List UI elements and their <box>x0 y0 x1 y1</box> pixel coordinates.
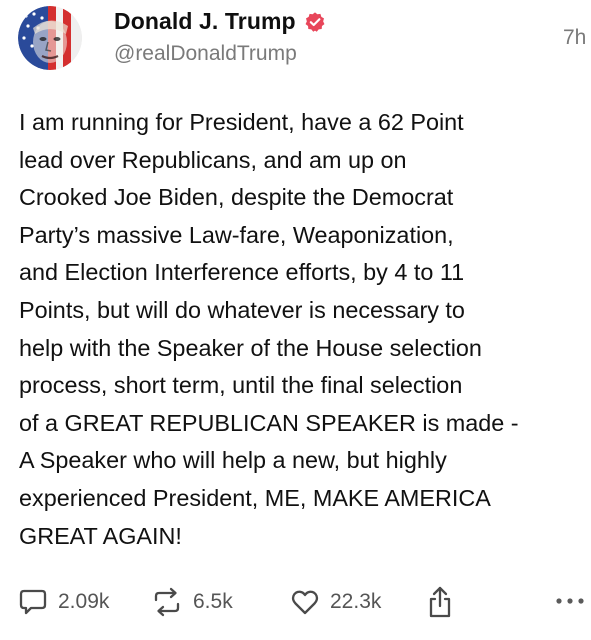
repost-icon <box>151 587 183 617</box>
share-button[interactable] <box>425 582 455 622</box>
post-timestamp[interactable]: 7h <box>563 26 586 50</box>
reply-button[interactable]: 2.09k <box>18 582 109 622</box>
reply-count: 2.09k <box>58 590 110 613</box>
post-card: Donald J. Trump @realDonaldTrump 7h I am… <box>0 0 591 640</box>
author-display-name[interactable]: Donald J. Trump <box>114 8 296 35</box>
avatar[interactable] <box>18 6 82 70</box>
repost-count: 6.5k <box>193 590 233 613</box>
share-icon <box>425 585 455 619</box>
author-handle[interactable]: @realDonaldTrump <box>114 42 297 66</box>
heart-icon <box>290 587 320 617</box>
more-options-button[interactable] <box>555 594 585 608</box>
like-button[interactable]: 22.3k <box>290 582 381 622</box>
post-body-text: I am running for President, have a 62 Po… <box>19 109 519 549</box>
repost-button[interactable]: 6.5k <box>151 582 233 622</box>
more-dots-icon <box>555 594 585 608</box>
avatar-image <box>18 6 82 70</box>
author-name-row: Donald J. Trump <box>114 8 326 35</box>
comment-icon <box>18 587 48 617</box>
like-count: 22.3k <box>330 590 382 613</box>
verified-badge-icon <box>304 11 326 33</box>
post-actions-bar: 2.09k 6.5k 22.3k <box>0 582 591 622</box>
